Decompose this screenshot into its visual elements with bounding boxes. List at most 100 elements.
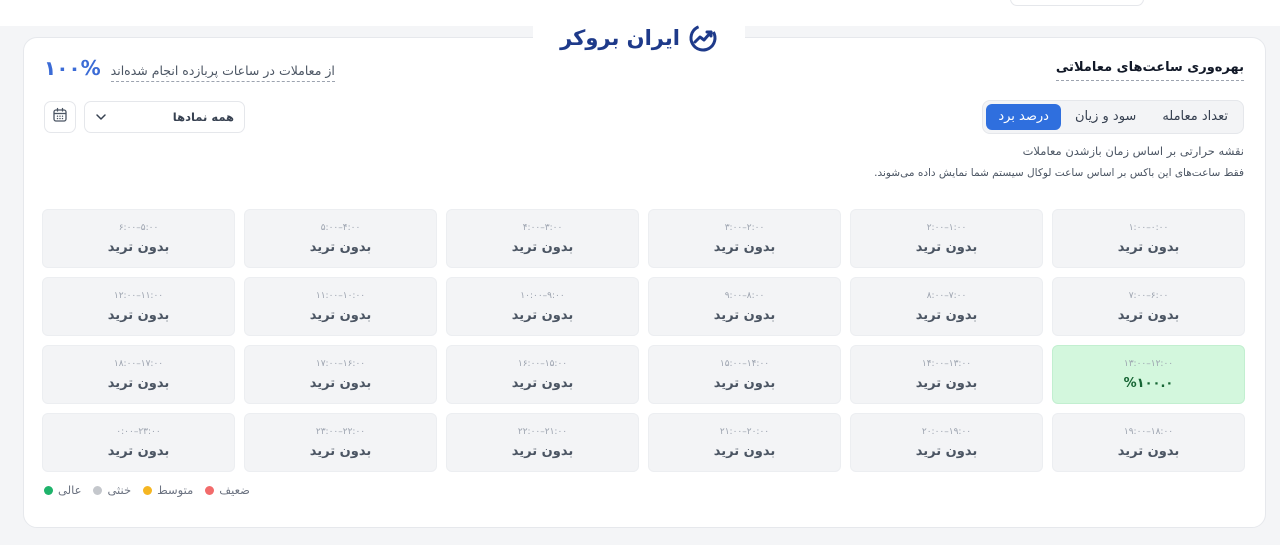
hour-value: بدون ترید — [107, 307, 170, 323]
hour-value: بدون ترید — [309, 307, 372, 323]
hour-range: ۳:۰۰–۴:۰۰ — [522, 222, 563, 233]
hour-range: ۱۴:۰۰–۱۵:۰۰ — [719, 358, 770, 369]
hour-value: بدون ترید — [107, 375, 170, 391]
hour-range: ۲:۰۰–۳:۰۰ — [724, 222, 765, 233]
legend-item: عالی — [44, 483, 81, 497]
hour-cell[interactable]: ۲۳:۰۰–۰:۰۰ بدون ترید — [42, 413, 235, 472]
hour-value: بدون ترید — [309, 443, 372, 459]
hour-cell[interactable]: ۱۲:۰۰–۱۳:۰۰ %۱۰۰.۰ — [1052, 345, 1245, 404]
hour-value: بدون ترید — [107, 239, 170, 255]
hour-cell[interactable]: ۳:۰۰–۴:۰۰ بدون ترید — [446, 209, 639, 268]
win-summary: از معاملات در ساعات پربازده انجام شده‌ان… — [44, 56, 335, 82]
hour-cell[interactable]: ۱۴:۰۰–۱۵:۰۰ بدون ترید — [648, 345, 841, 404]
symbol-select-value: همه نمادها — [172, 110, 234, 124]
legend-label: متوسط — [157, 483, 194, 497]
hour-cell[interactable]: ۲۱:۰۰–۲۲:۰۰ بدون ترید — [446, 413, 639, 472]
hour-range: ۲۱:۰۰–۲۲:۰۰ — [517, 426, 568, 437]
hour-range: ۱۹:۰۰–۲۰:۰۰ — [921, 426, 972, 437]
hour-cell[interactable]: ۵:۰۰–۶:۰۰ بدون ترید — [42, 209, 235, 268]
hour-cell[interactable]: ۱۶:۰۰–۱۷:۰۰ بدون ترید — [244, 345, 437, 404]
hour-cell[interactable]: ۸:۰۰–۹:۰۰ بدون ترید — [648, 277, 841, 336]
hour-value: بدون ترید — [309, 375, 372, 391]
hour-range: ۷:۰۰–۸:۰۰ — [926, 290, 967, 301]
heatmap-description: نقشه حرارتی بر اساس زمان بازشدن معاملات — [1022, 144, 1244, 158]
timezone-note: فقط ساعت‌های این باکس بر اساس ساعت لوکال… — [874, 167, 1244, 179]
hour-value: بدون ترید — [915, 307, 978, 323]
hour-range: ۱۶:۰۰–۱۷:۰۰ — [315, 358, 366, 369]
legend-dot — [205, 485, 215, 495]
top-bar-pill[interactable] — [1010, 0, 1144, 6]
legend-dot — [44, 485, 53, 495]
hour-value: بدون ترید — [511, 307, 574, 323]
heatmap-legend: ضعیف متوسط خنثی عالی — [44, 483, 250, 497]
symbol-select[interactable]: همه نمادها — [84, 101, 245, 133]
hour-value: بدون ترید — [1117, 307, 1180, 323]
hour-cell[interactable]: ۹:۰۰–۱۰:۰۰ بدون ترید — [446, 277, 639, 336]
hour-range: ۱۸:۰۰–۱۹:۰۰ — [1123, 426, 1174, 437]
hour-value: بدون ترید — [713, 239, 776, 255]
hour-range: ۲۰:۰۰–۲۱:۰۰ — [719, 426, 770, 437]
hour-cell[interactable]: ۱۰:۰۰–۱۱:۰۰ بدون ترید — [244, 277, 437, 336]
hour-range: ۸:۰۰–۹:۰۰ — [724, 290, 765, 301]
page-title: بهره‌وری ساعت‌های معاملاتی — [1055, 60, 1244, 81]
brand-logo: ایران بروکر — [533, 16, 745, 60]
legend-item: ضعیف — [205, 483, 250, 497]
hour-value: بدون ترید — [511, 443, 574, 459]
hour-cell[interactable]: ۱۸:۰۰–۱۹:۰۰ بدون ترید — [1052, 413, 1245, 472]
metric-tabs: تعداد معامله سود و زیان درصد برد — [982, 100, 1244, 134]
hour-range: ۱۷:۰۰–۱۸:۰۰ — [113, 358, 164, 369]
hour-value: بدون ترید — [915, 375, 978, 391]
chevron-down-icon — [95, 108, 107, 127]
legend-label: ضعیف — [219, 483, 250, 497]
hour-range: ۱:۰۰–۲:۰۰ — [926, 222, 967, 233]
hour-range: ۴:۰۰–۵:۰۰ — [320, 222, 361, 233]
hour-cell[interactable]: ۴:۰۰–۵:۰۰ بدون ترید — [244, 209, 437, 268]
hour-range: ۲۲:۰۰–۲۳:۰۰ — [315, 426, 366, 437]
hour-value: بدون ترید — [511, 239, 574, 255]
hour-range: ۵:۰۰–۶:۰۰ — [118, 222, 159, 233]
legend-item: متوسط — [143, 483, 193, 497]
hour-value: بدون ترید — [1117, 443, 1180, 459]
hour-cell[interactable]: ۱۷:۰۰–۱۸:۰۰ بدون ترید — [42, 345, 235, 404]
summary-text: از معاملات در ساعات پربازده انجام شده‌ان… — [110, 63, 335, 82]
summary-percent: ۱۰۰% — [44, 56, 101, 80]
hour-range: ۱۵:۰۰–۱۶:۰۰ — [517, 358, 568, 369]
legend-dot — [93, 485, 103, 495]
hour-value: بدون ترید — [915, 239, 978, 255]
hour-range: ۰:۰۰–۱:۰۰ — [1128, 222, 1169, 233]
hour-range: ۹:۰۰–۱۰:۰۰ — [520, 290, 565, 301]
brand-name: ایران بروکر — [560, 26, 680, 50]
hour-cell[interactable]: ۲۲:۰۰–۲۳:۰۰ بدون ترید — [244, 413, 437, 472]
hour-range: ۱۱:۰۰–۱۲:۰۰ — [113, 290, 164, 301]
hour-cell[interactable]: ۲:۰۰–۳:۰۰ بدون ترید — [648, 209, 841, 268]
hour-cell[interactable]: ۰:۰۰–۱:۰۰ بدون ترید — [1052, 209, 1245, 268]
hours-heatmap: ۰:۰۰–۱:۰۰ بدون ترید ۱:۰۰–۲:۰۰ بدون ترید ۲:۰۰… — [42, 209, 1245, 472]
hour-range: ۶:۰۰–۷:۰۰ — [1128, 290, 1169, 301]
tab-win-rate[interactable]: درصد برد — [986, 104, 1061, 130]
hour-cell[interactable]: ۱۱:۰۰–۱۲:۰۰ بدون ترید — [42, 277, 235, 336]
hour-cell[interactable]: ۱۵:۰۰–۱۶:۰۰ بدون ترید — [446, 345, 639, 404]
tab-profit-loss[interactable]: سود و زیان — [1063, 104, 1148, 130]
hour-cell[interactable]: ۲۰:۰۰–۲۱:۰۰ بدون ترید — [648, 413, 841, 472]
hour-value: بدون ترید — [915, 443, 978, 459]
calendar-button[interactable] — [44, 101, 76, 133]
hour-cell[interactable]: ۱:۰۰–۲:۰۰ بدون ترید — [850, 209, 1043, 268]
tab-trade-count[interactable]: تعداد معامله — [1150, 104, 1240, 130]
hour-cell[interactable]: ۱۹:۰۰–۲۰:۰۰ بدون ترید — [850, 413, 1043, 472]
hour-range: ۱۲:۰۰–۱۳:۰۰ — [1123, 358, 1174, 369]
hour-value: بدون ترید — [309, 239, 372, 255]
legend-item: خنثی — [93, 483, 131, 497]
hour-cell[interactable]: ۶:۰۰–۷:۰۰ بدون ترید — [1052, 277, 1245, 336]
hour-range: ۲۳:۰۰–۰:۰۰ — [116, 426, 161, 437]
hour-cell[interactable]: ۷:۰۰–۸:۰۰ بدون ترید — [850, 277, 1043, 336]
legend-label: خنثی — [107, 483, 132, 497]
hour-value: بدون ترید — [511, 375, 574, 391]
hour-range: ۱۳:۰۰–۱۴:۰۰ — [921, 358, 972, 369]
hour-value: بدون ترید — [107, 443, 170, 459]
legend-label: عالی — [58, 483, 82, 497]
hour-range: ۱۰:۰۰–۱۱:۰۰ — [315, 290, 366, 301]
calendar-icon — [52, 107, 68, 127]
hour-value: %۱۰۰.۰ — [1123, 375, 1174, 391]
hour-value: بدون ترید — [1117, 239, 1180, 255]
hour-cell[interactable]: ۱۳:۰۰–۱۴:۰۰ بدون ترید — [850, 345, 1043, 404]
